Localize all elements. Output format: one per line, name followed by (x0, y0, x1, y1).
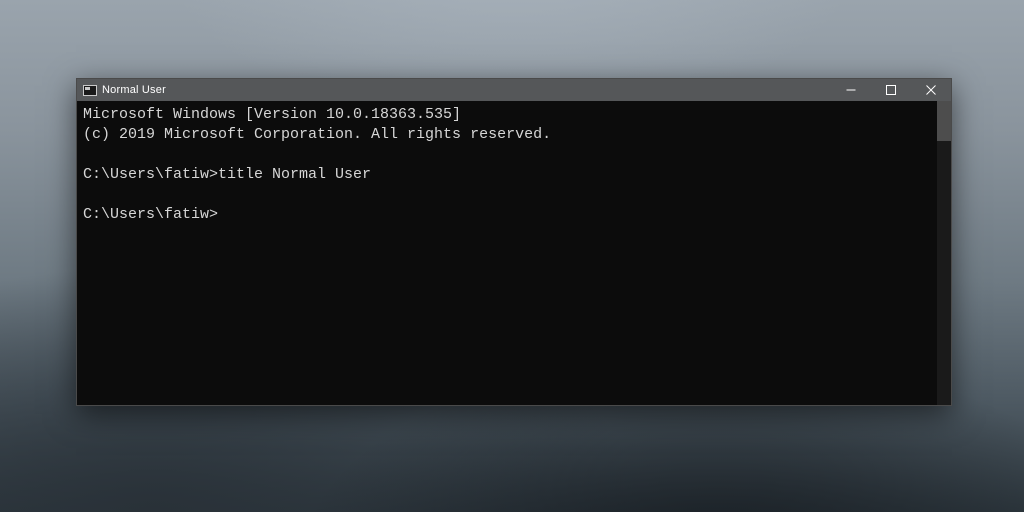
command-prompt-window: Normal User Microsoft Windows [Version 1… (76, 78, 952, 406)
terminal-line: C:\Users\fatiw> (83, 206, 218, 223)
terminal-line: Microsoft Windows [Version 10.0.18363.53… (83, 106, 461, 123)
terminal-output: Microsoft Windows [Version 10.0.18363.53… (83, 105, 935, 401)
maximize-button[interactable] (871, 79, 911, 101)
minimize-button[interactable] (831, 79, 871, 101)
window-controls (831, 79, 951, 101)
terminal-area[interactable]: Microsoft Windows [Version 10.0.18363.53… (77, 101, 951, 405)
terminal-line: (c) 2019 Microsoft Corporation. All righ… (83, 126, 551, 143)
close-button[interactable] (911, 79, 951, 101)
scrollbar-thumb[interactable] (937, 101, 951, 141)
scrollbar-track[interactable] (937, 101, 951, 405)
terminal-line: C:\Users\fatiw>title Normal User (83, 166, 371, 183)
cmd-icon (83, 85, 97, 96)
titlebar[interactable]: Normal User (77, 79, 951, 101)
desktop-background: Normal User Microsoft Windows [Version 1… (0, 0, 1024, 512)
window-title: Normal User (102, 84, 166, 96)
